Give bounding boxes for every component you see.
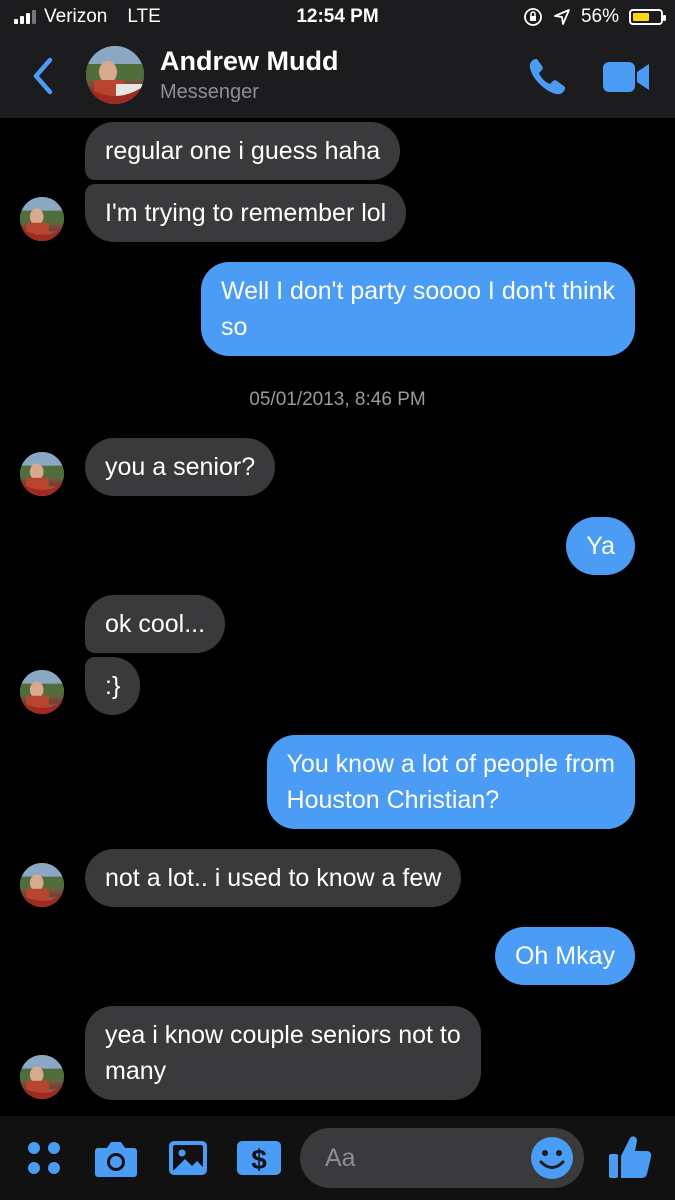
contact-name[interactable]: Andrew Mudd xyxy=(160,46,338,77)
message-text: Oh Mkay xyxy=(514,942,615,970)
incoming-message[interactable]: ok cool... xyxy=(85,595,226,653)
incoming-message[interactable]: regular one i guess haha xyxy=(85,122,401,180)
incoming-message[interactable]: I'm trying to remember lol xyxy=(85,184,407,242)
sender-avatar[interactable] xyxy=(20,863,64,907)
message-text-line: You know a lot of people from xyxy=(286,750,615,778)
avatar[interactable] xyxy=(86,46,144,104)
message-text: regular one i guess haha xyxy=(105,137,381,165)
message-text: :} xyxy=(105,672,121,700)
message-text: you a senior? xyxy=(105,453,256,481)
incoming-message[interactable]: yea i know couple seniors not to many xyxy=(85,1006,481,1100)
svg-text:$: $ xyxy=(251,1144,267,1175)
sender-avatar[interactable] xyxy=(20,670,64,714)
incoming-message[interactable]: :} xyxy=(85,657,141,715)
timestamp: 05/01/2013, 8:46 PM xyxy=(249,389,426,410)
top-bar: Verizon LTE 12:54 PM 56% Andrew Mudd Mes… xyxy=(0,0,675,118)
message-text: Ya xyxy=(586,532,615,560)
message-text-line: many xyxy=(105,1057,167,1085)
gallery-icon[interactable] xyxy=(168,1138,208,1178)
outgoing-message[interactable]: Oh Mkay xyxy=(494,927,635,985)
camera-icon[interactable] xyxy=(94,1138,138,1178)
battery-icon xyxy=(629,9,666,25)
outgoing-message[interactable]: Well I don't party soooo I don't think s… xyxy=(200,262,635,356)
location-icon xyxy=(554,9,570,25)
payment-icon[interactable]: $ xyxy=(236,1138,282,1178)
phone-call-icon[interactable] xyxy=(526,56,568,98)
composer-bar: $ Aa xyxy=(0,1116,675,1200)
sender-avatar[interactable] xyxy=(20,197,64,241)
incoming-message[interactable]: not a lot.. i used to know a few xyxy=(85,849,462,907)
message-text-line: Well I don't party soooo I don't think xyxy=(220,277,615,305)
message-text-line: Houston Christian? xyxy=(286,786,500,814)
orientation-lock-icon xyxy=(524,8,542,26)
message-text: I'm trying to remember lol xyxy=(105,199,387,227)
message-text: not a lot.. i used to know a few xyxy=(105,864,442,892)
outgoing-message[interactable]: Ya xyxy=(566,517,635,575)
contact-subtitle: Messenger xyxy=(160,81,259,103)
message-text-line: yea i know couple seniors not to xyxy=(105,1021,461,1049)
incoming-message[interactable]: you a senior? xyxy=(85,438,276,496)
video-call-icon[interactable] xyxy=(603,60,651,94)
outgoing-message[interactable]: You know a lot of people from Houston Ch… xyxy=(266,735,635,829)
message-text: ok cool... xyxy=(105,610,206,638)
message-input-placeholder: Aa xyxy=(325,1144,356,1172)
thumbs-up-icon[interactable] xyxy=(608,1134,652,1180)
sender-avatar[interactable] xyxy=(20,452,64,496)
message-input[interactable]: Aa xyxy=(300,1128,584,1188)
back-arrow-icon[interactable] xyxy=(28,56,60,96)
emoji-icon[interactable] xyxy=(530,1136,574,1180)
message-text-line: so xyxy=(220,313,248,341)
status-bar: Verizon LTE 12:54 PM 56% xyxy=(0,0,675,34)
sender-avatar[interactable] xyxy=(20,1055,64,1099)
battery-percent: 56% xyxy=(580,6,619,27)
conversation-header: Andrew Mudd Messenger xyxy=(0,34,675,118)
apps-grid-icon[interactable] xyxy=(26,1140,62,1176)
